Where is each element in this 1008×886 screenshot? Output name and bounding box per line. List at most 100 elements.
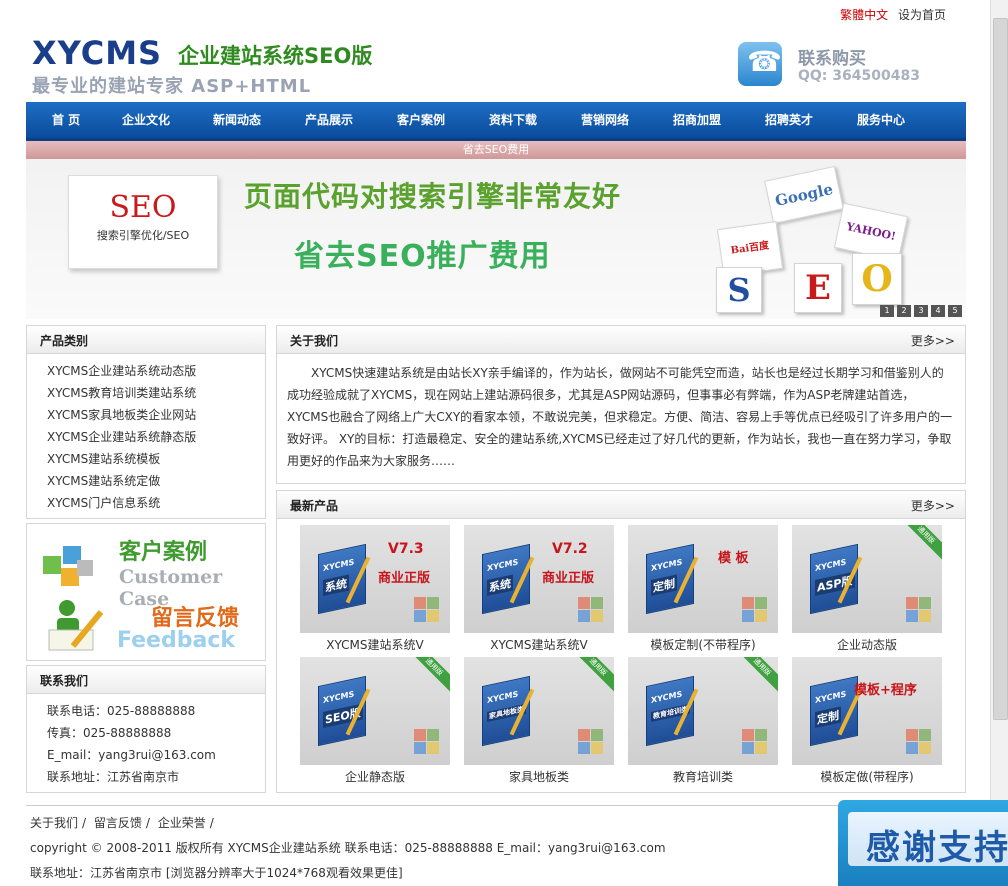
product-caption[interactable]: 企业静态版 xyxy=(300,768,450,785)
nav-culture[interactable]: 企业文化 xyxy=(122,111,170,128)
product-card[interactable]: 通用版 XYCMS 教育培训类 教育培训类 xyxy=(628,657,778,785)
slide-3-button[interactable]: 3 xyxy=(914,305,928,317)
slider-pagination: 12345 xyxy=(877,302,962,317)
product-caption[interactable]: 教育培训类 xyxy=(628,768,778,785)
seo-card-title: SEO xyxy=(109,190,177,225)
footer-divider xyxy=(26,805,966,806)
traditional-chinese-link[interactable]: 繁體中文 xyxy=(840,8,888,22)
windows-icon xyxy=(414,597,440,623)
nav-home[interactable]: 首 页 xyxy=(52,111,80,128)
products-header: 最新产品 更多>> xyxy=(277,491,965,519)
case-feedback-box: 客户案例 Customer Case 留言反馈 Feedback xyxy=(26,523,266,661)
product-image[interactable]: 通用版 XYCMS SEO版 xyxy=(300,657,450,765)
nav-cases[interactable]: 客户案例 xyxy=(397,111,445,128)
products-more-link[interactable]: 更多>> xyxy=(911,497,955,514)
nav-jobs[interactable]: 招聘英才 xyxy=(765,111,813,128)
google-cube: Google xyxy=(764,165,844,225)
thanks-ad-text: 感谢支持 xyxy=(866,828,1008,868)
general-edition-ribbon: 通用版 xyxy=(572,657,614,693)
product-caption[interactable]: 模板定做(带程序) xyxy=(792,768,942,785)
product-card[interactable]: XYCMS 系统 V7.2 商业正版 XYCMS建站系统V xyxy=(464,525,614,653)
categories-box: 产品类别 XYCMS企业建站系统动态版 XYCMS教育培训类建站系统 XYCMS… xyxy=(26,325,266,519)
footer-feedback-link[interactable]: 留言反馈 xyxy=(94,816,142,830)
case-title[interactable]: 客户案例 xyxy=(119,534,207,566)
banner-slogan-1: 页面代码对搜索引擎非常友好 xyxy=(244,180,622,213)
contact-label: 联系购买 xyxy=(798,49,866,69)
product-badge: 商业正版 xyxy=(378,571,431,586)
category-item[interactable]: XYCMS家具地板类企业网站 xyxy=(47,404,265,426)
hero-banner[interactable]: SEO 搜索引擎优化/SEO 页面代码对搜索引擎非常友好 省去SEO推广费用 G… xyxy=(26,159,966,319)
product-card[interactable]: XYCMS 系统 V7.3 商业正版 XYCMS建站系统V xyxy=(300,525,450,653)
product-card[interactable]: 通用版 XYCMS SEO版 企业静态版 xyxy=(300,657,450,785)
nav-service[interactable]: 服务中心 xyxy=(857,111,905,128)
product-caption[interactable]: 家具地板类 xyxy=(464,768,614,785)
product-caption[interactable]: XYCMS建站系统V xyxy=(300,636,450,653)
site-logo[interactable]: XYCMS 企业建站系统SEO版 最专业的建站专家 ASP+HTML xyxy=(26,34,426,98)
footer-honor-link[interactable]: 企业荣誉 xyxy=(158,816,206,830)
about-header: 关于我们 更多>> xyxy=(277,326,965,354)
category-item[interactable]: XYCMS教育培训类建站系统 xyxy=(47,382,265,404)
nav-products[interactable]: 产品展示 xyxy=(305,111,353,128)
footer-about-link[interactable]: 关于我们 xyxy=(30,816,78,830)
contact-title: 联系我们 xyxy=(40,674,89,688)
top-links: 繁體中文 设为首页 xyxy=(834,6,946,23)
slide-2-button[interactable]: 2 xyxy=(897,305,911,317)
product-card[interactable]: XYCMS 定制 模 板 模板定制(不带程序) xyxy=(628,525,778,653)
about-title: 关于我们 xyxy=(290,334,339,348)
product-card[interactable]: 通用版 XYCMS ASP版 企业动态版 xyxy=(792,525,942,653)
scrollbar-thumb[interactable] xyxy=(993,18,1008,720)
nav-franchise[interactable]: 招商加盟 xyxy=(673,111,721,128)
product-image[interactable]: XYCMS 系统 V7.2 商业正版 xyxy=(464,525,614,633)
slide-4-button[interactable]: 4 xyxy=(931,305,945,317)
letter-o-cube: O xyxy=(852,253,902,305)
feedback-subtitle[interactable]: Feedback xyxy=(117,628,235,653)
nav-news[interactable]: 新闻动态 xyxy=(213,111,261,128)
product-image[interactable]: 通用版 XYCMS 教育培训类 xyxy=(628,657,778,765)
product-image[interactable]: XYCMS 定制 模板+程序 xyxy=(792,657,942,765)
footer-links: 关于我们 / 留言反馈 / 企业荣誉 / xyxy=(30,814,218,831)
set-homepage-link[interactable]: 设为首页 xyxy=(898,8,946,22)
product-card[interactable]: XYCMS 定制 模板+程序 模板定做(带程序) xyxy=(792,657,942,785)
product-caption[interactable]: 模板定制(不带程序) xyxy=(628,636,778,653)
category-item[interactable]: XYCMS门户信息系统 xyxy=(47,492,265,514)
contact-address: 联系地址：江苏省南京市 xyxy=(47,770,180,784)
contact-box: 联系我们 联系电话：025-88888888 传真：025-88888888 E… xyxy=(26,665,266,793)
category-item[interactable]: XYCMS建站系统定做 xyxy=(47,470,265,492)
windows-icon xyxy=(578,597,604,623)
product-version: V7.2 xyxy=(552,541,588,557)
slide-5-button[interactable]: 5 xyxy=(948,305,962,317)
product-card[interactable]: 通用版 XYCMS 家具地板类 家具地板类 xyxy=(464,657,614,785)
contact-header: 联系我们 xyxy=(27,666,265,694)
general-edition-ribbon: 通用版 xyxy=(900,525,942,561)
logo-brand: XYCMS xyxy=(32,34,163,72)
contact-list: 联系电话：025-88888888 传真：025-88888888 E_mail… xyxy=(27,694,265,788)
floating-thanks-ad[interactable]: 感谢支持 xyxy=(838,800,1008,886)
page-scrollbar[interactable] xyxy=(990,0,1008,886)
product-image[interactable]: XYCMS 定制 模 板 xyxy=(628,525,778,633)
nav-network[interactable]: 营销网络 xyxy=(581,111,629,128)
product-caption[interactable]: XYCMS建站系统V xyxy=(464,636,614,653)
about-more-link[interactable]: 更多>> xyxy=(911,332,955,349)
banner-slogan-2: 省去SEO推广费用 xyxy=(294,239,551,274)
general-edition-ribbon: 通用版 xyxy=(736,657,778,693)
product-image[interactable]: 通用版 XYCMS ASP版 xyxy=(792,525,942,633)
windows-icon xyxy=(742,729,768,755)
windows-icon xyxy=(414,729,440,755)
seo-card: SEO 搜索引擎优化/SEO xyxy=(68,175,218,269)
phone-icon xyxy=(738,42,782,86)
slide-1-button[interactable]: 1 xyxy=(880,305,894,317)
thanks-ad-panel: 感谢支持 xyxy=(848,812,1008,868)
banner-caption: 省去SEO费用 xyxy=(26,141,966,159)
category-item[interactable]: XYCMS企业建站系统动态版 xyxy=(47,360,265,382)
product-caption[interactable]: 企业动态版 xyxy=(792,636,942,653)
windows-icon xyxy=(906,729,932,755)
about-text: XYCMS快速建站系统是由站长XY亲手编译的，作为站长，做网站不可能凭空而造，站… xyxy=(287,366,953,468)
category-item[interactable]: XYCMS企业建站系统静态版 xyxy=(47,426,265,448)
product-image[interactable]: 通用版 XYCMS 家具地板类 xyxy=(464,657,614,765)
categories-title: 产品类别 xyxy=(40,334,89,348)
feedback-icon xyxy=(48,600,104,651)
nav-downloads[interactable]: 资料下载 xyxy=(489,111,537,128)
product-image[interactable]: XYCMS 系统 V7.3 商业正版 xyxy=(300,525,450,633)
letter-s-cube: S xyxy=(716,267,762,313)
category-item[interactable]: XYCMS建站系统模板 xyxy=(47,448,265,470)
